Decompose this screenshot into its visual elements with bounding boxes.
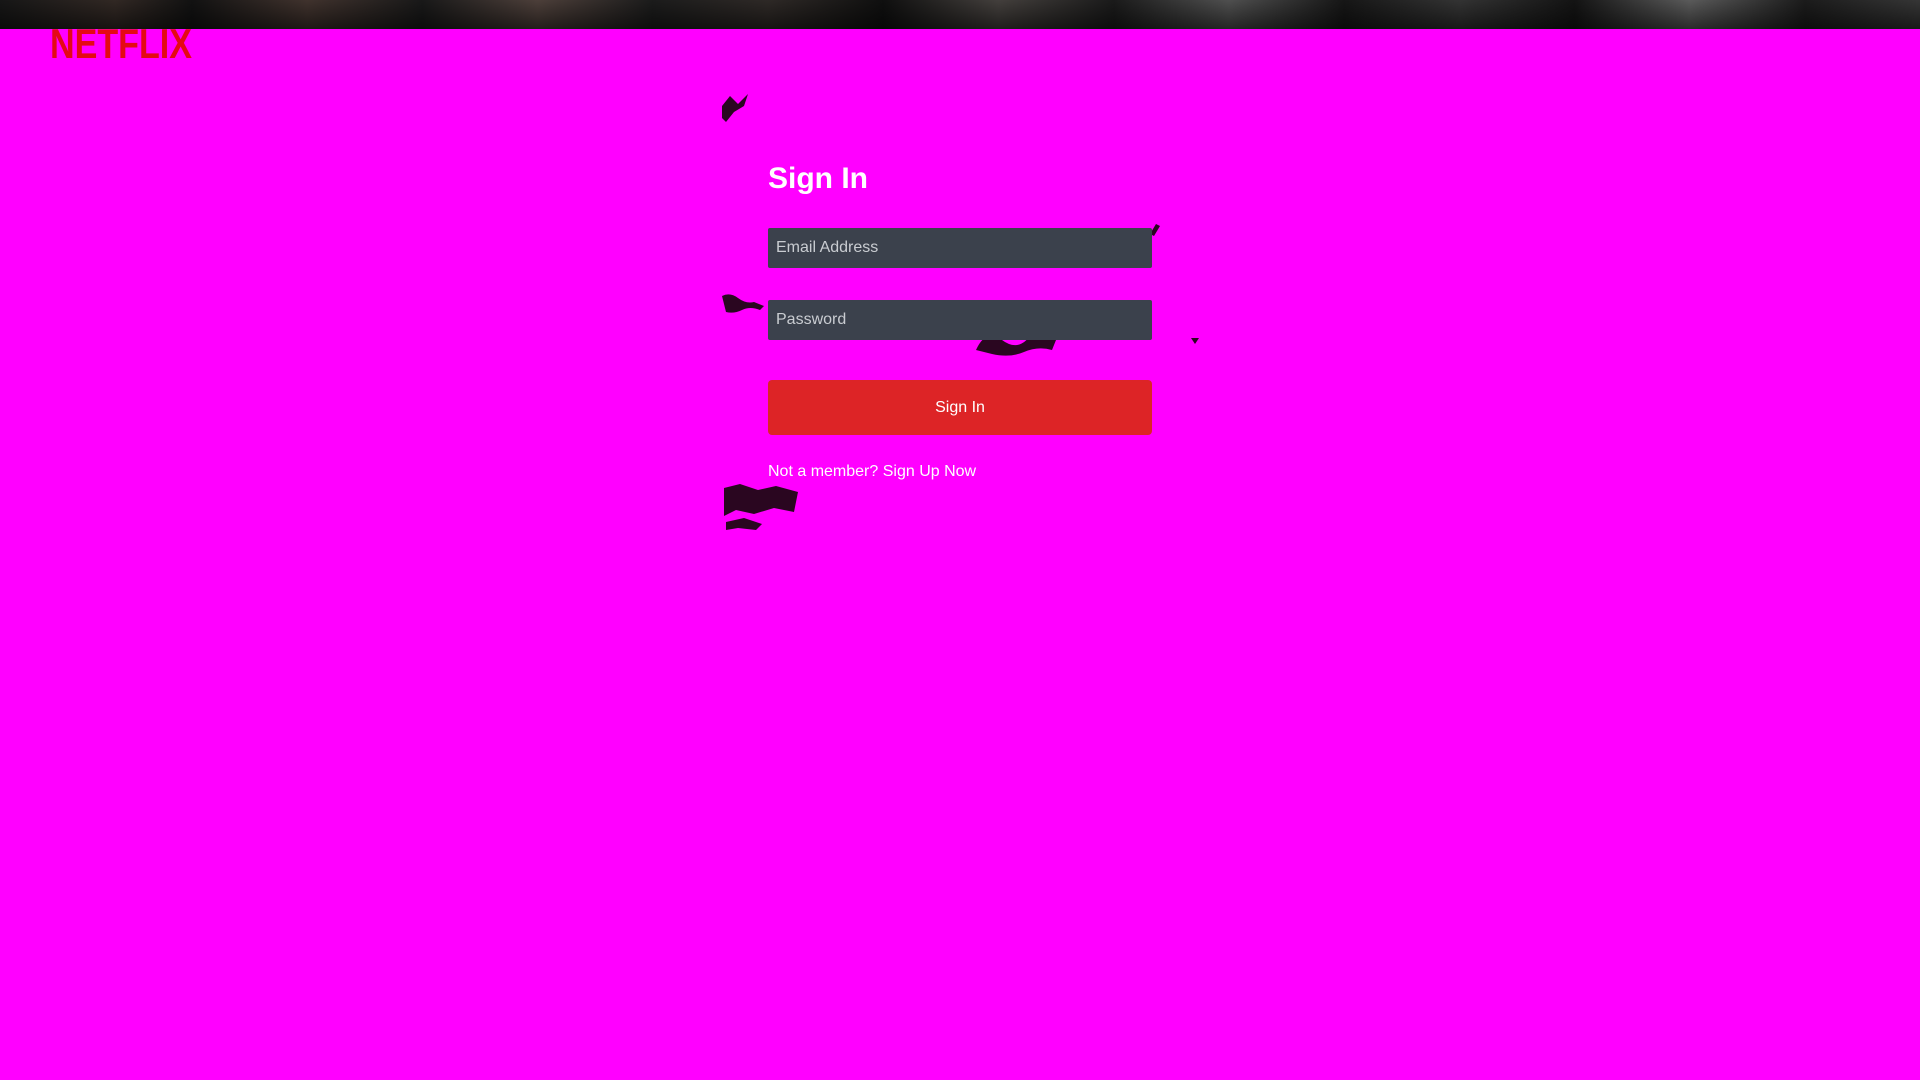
netflix-logo[interactable]: NETFLIX [50,20,192,64]
signin-form: Sign In Sign In Not a member? Sign Up No… [720,95,1200,535]
email-field[interactable] [768,228,1152,268]
signup-row: Not a member? Sign Up Now [768,462,976,482]
signin-button[interactable]: Sign In [768,380,1152,435]
password-field[interactable] [768,300,1152,340]
signin-title: Sign In [768,162,868,195]
logo-wordmark: NETFLIX [50,20,192,64]
netflix-logo-icon: NETFLIX [50,20,192,64]
signup-prompt: Not a member? [768,463,883,480]
background-poster-strip [0,0,1920,29]
signin-page: NETFLIX Sign In Sign In Not a member? Si… [0,0,1920,1080]
signup-link[interactable]: Sign Up Now [883,463,976,480]
